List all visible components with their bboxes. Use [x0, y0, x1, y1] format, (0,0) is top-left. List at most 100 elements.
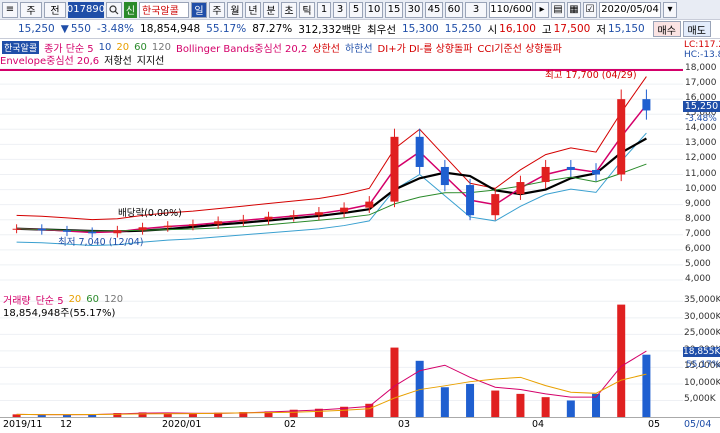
date-label: 05 [648, 419, 661, 430]
interval-15[interactable]: 15 [385, 1, 403, 18]
high-value: 17,500 [553, 23, 591, 35]
date-label: 12 [60, 419, 73, 430]
dividend-annotation: 배당락(0.00%) [118, 208, 182, 219]
interval-30[interactable]: 30 [405, 1, 423, 18]
date-label: 03 [398, 419, 411, 430]
date-label: 2020/01 [162, 419, 202, 430]
candle-body [592, 169, 601, 175]
best-ask: 15,300 [401, 23, 439, 35]
price-chart[interactable]: 한국알콜 종가 단순 5 10 20 60 120 Bollinger Band… [0, 39, 683, 288]
period-tick[interactable]: 틱 [299, 1, 315, 18]
volume-tick-label: 25,000K [684, 328, 720, 339]
volume-ma5-line [16, 350, 647, 416]
chart-settings-icon[interactable]: ▤ [551, 1, 565, 18]
low-label: 저 [596, 23, 606, 36]
candle-body [491, 194, 500, 216]
candle-body [113, 230, 122, 234]
candle-body [264, 216, 273, 220]
date-label: 02 [284, 419, 297, 430]
price-tick-label: 4,000 [685, 274, 711, 284]
sell-button[interactable]: 매도 [682, 21, 711, 37]
calendar-icon[interactable]: ▾ [663, 1, 677, 18]
price-legend-row2: Envelope중심선 20,6 저항선 지지선 [0, 52, 164, 67]
volume-value-legend: 18,854,948주(55.17%) [3, 308, 116, 319]
buy-button[interactable]: 매수 [652, 21, 681, 37]
ratio-value: 87.27% [252, 23, 293, 35]
volume-bar [440, 387, 449, 417]
stock-code-input[interactable]: 017890 [67, 1, 105, 18]
last-change-tag: -3.48% [685, 114, 717, 124]
legend-support: 지지선 [136, 56, 165, 67]
volume-bar [365, 403, 374, 417]
price-tick-label: 6,000 [685, 243, 711, 254]
price-tick-label: 5,000 [685, 258, 711, 269]
legend-cci: CCI기준선 상향돌파 [477, 44, 562, 55]
volume-tick-label: 35,000K [684, 295, 720, 306]
volume-tag: 18,855K [683, 347, 720, 357]
candle-body [466, 185, 475, 216]
legend-bb-lower: 하한선 [344, 44, 373, 55]
interval-1[interactable]: 1 [317, 1, 331, 18]
volume-bar [541, 397, 550, 417]
interval-5[interactable]: 5 [349, 1, 363, 18]
search-icon[interactable] [106, 1, 122, 18]
hc-value: HC:-13.8 [684, 50, 720, 60]
change-down-icon: ▼ [60, 23, 69, 35]
volume-tick-label: 10,000K [684, 377, 720, 388]
candle-body [12, 228, 21, 230]
volume-value: 18,854,948 [140, 23, 201, 35]
price-tick-label: 11,000 [685, 168, 717, 179]
change-percent: -3.48% [96, 23, 135, 35]
current-price: 15,250 [18, 23, 55, 35]
checkbox-icon[interactable]: ☑ [583, 1, 597, 18]
count-field[interactable]: 110/600 [489, 1, 533, 18]
candle-body [188, 224, 197, 226]
candle-body [516, 182, 525, 195]
prev-button[interactable]: 전 [44, 1, 66, 18]
price-tick-label: 7,000 [685, 228, 711, 239]
candle-body [642, 99, 651, 111]
period-week[interactable]: 주 [209, 1, 225, 18]
max-annotation: 최고 17,700 (04/29) [545, 70, 637, 81]
interval-60[interactable]: 60 [445, 1, 463, 18]
stock-name-field[interactable]: 한국알콜 [139, 1, 189, 18]
period-month[interactable]: 월 [227, 1, 243, 18]
period-day[interactable]: 일 [191, 1, 207, 18]
period-year[interactable]: 년 [245, 1, 261, 18]
open-value: 16,100 [499, 23, 536, 35]
price-tick-label: 13,000 [685, 138, 717, 149]
period-second[interactable]: 초 [281, 1, 297, 18]
open-label: 시 [487, 23, 498, 36]
candle-body [566, 166, 575, 170]
summary-bar: 15,250 ▼ 550 -3.48% 18,854,948 55.17% 87… [0, 20, 720, 39]
candle-body [314, 212, 323, 216]
volume-bar [466, 383, 475, 417]
candle-body [214, 221, 223, 225]
candle-body [340, 207, 349, 213]
volume-chart[interactable]: 거래량 단순 5 20 60 120 18,854,948주(55.17%) [0, 290, 683, 417]
period-minute[interactable]: 분 [263, 1, 279, 18]
date-field[interactable]: 2020/05/04 [599, 1, 661, 18]
price-tick-label: 12,000 [685, 153, 717, 164]
volume-tick-label: 5,000K [684, 394, 716, 405]
date-label-current: 05/04 [684, 419, 712, 430]
candle-body [390, 136, 399, 202]
legend-bb-upper: 상한선 [312, 44, 340, 55]
volume-tick-label: 30,000K [684, 311, 720, 322]
candle-body [138, 227, 147, 231]
mode-select[interactable]: 주 [20, 1, 42, 18]
price-axis: LC:117.2 HC:-13.8 18,00017,00016,00015,0… [683, 39, 720, 290]
interval-45[interactable]: 45 [425, 1, 443, 18]
interval-3[interactable]: 3 [333, 1, 347, 18]
date-axis: 2019/11 12 2020/01 02 03 04 05 05/04 [0, 417, 720, 433]
candle-body [365, 201, 374, 208]
volume-axis: 35,000K30,000K25,000K20,000K15,000K10,00… [683, 290, 720, 417]
interval-10[interactable]: 10 [365, 1, 383, 18]
menu-icon[interactable]: ≡ [2, 1, 18, 18]
amount-value: 312,332백만 [298, 23, 361, 36]
grid-icon[interactable]: ▦ [567, 1, 581, 18]
interval-custom[interactable]: 3 [465, 1, 487, 18]
expand-icon[interactable]: ▸ [535, 1, 549, 18]
volume-bar [617, 304, 626, 417]
volume-bar [642, 354, 651, 417]
